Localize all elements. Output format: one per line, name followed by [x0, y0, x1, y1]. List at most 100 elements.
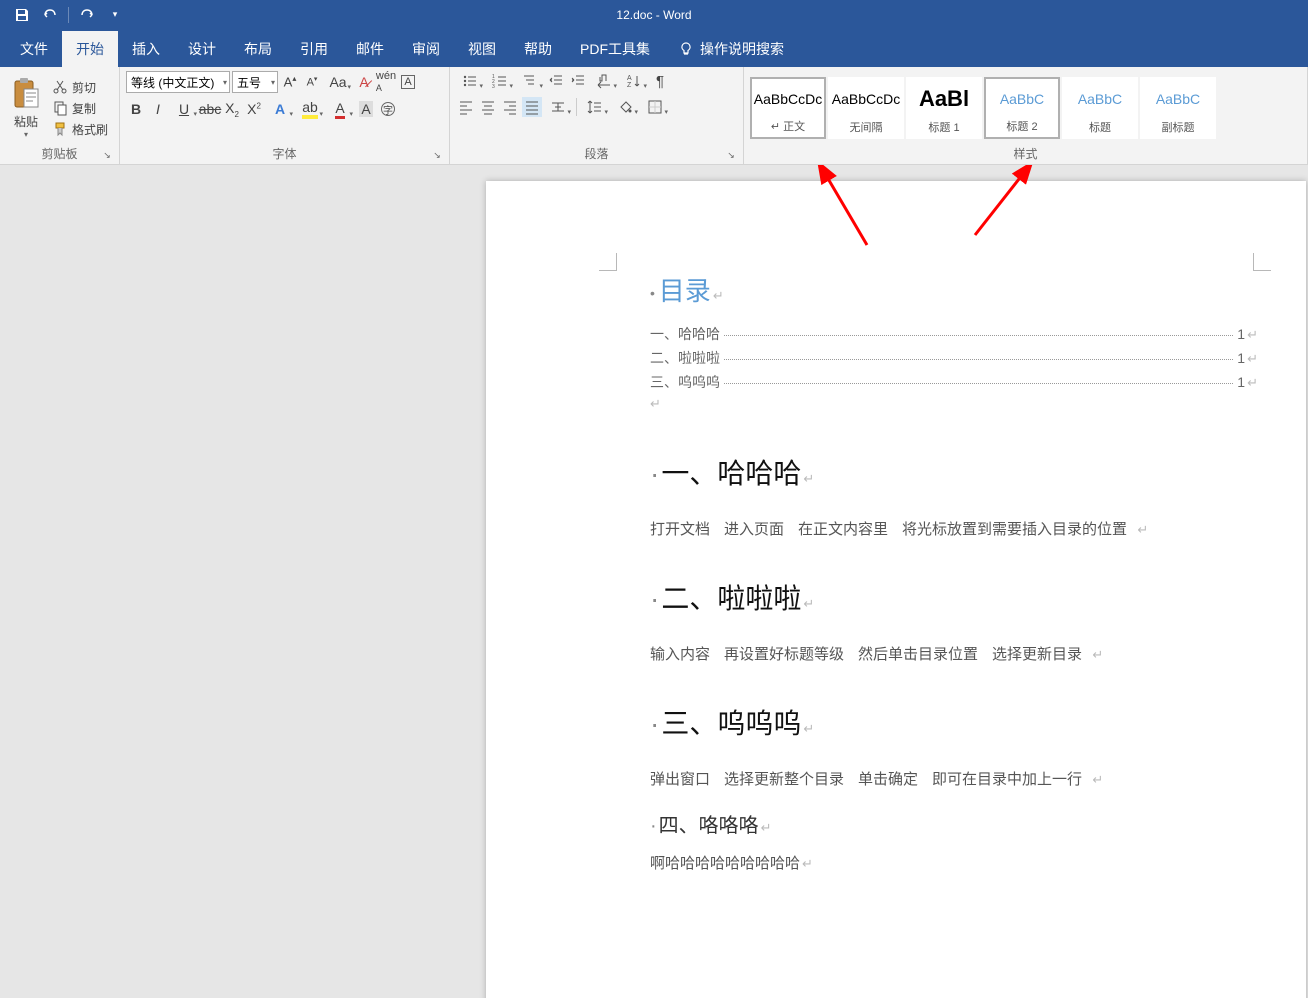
multilevel-list-button[interactable]: ▾ — [516, 71, 544, 91]
style-item-2[interactable]: AaBl标题 1 — [906, 77, 982, 139]
toc-entry[interactable]: 一、哈哈哈1↵ — [650, 324, 1258, 344]
undo-button[interactable] — [36, 3, 64, 27]
style-item-5[interactable]: AaBbC副标题 — [1140, 77, 1216, 139]
change-case-button[interactable]: Aa▾ — [324, 72, 352, 92]
qat-customize-button[interactable]: ▾ — [101, 3, 129, 27]
paste-icon — [10, 77, 42, 113]
toc-entry[interactable]: 三、呜呜呜1↵ — [650, 372, 1258, 392]
tab-home[interactable]: 开始 — [62, 31, 118, 67]
body-text[interactable]: 啊哈哈哈哈哈哈哈哈哈↵ — [650, 852, 1258, 873]
clear-format-button[interactable]: A̷ — [354, 72, 374, 92]
ltr-button[interactable]: ▾ — [590, 71, 618, 91]
shading-button[interactable]: ▾ — [611, 97, 639, 117]
borders-button[interactable]: ▾ — [641, 97, 669, 117]
heading-3[interactable]: 三、呜呜呜↵ — [650, 702, 1258, 742]
bullet-list-button[interactable]: ▾ — [456, 71, 484, 91]
decrease-indent-button[interactable] — [546, 71, 566, 91]
decrease-font-button[interactable]: A▾ — [302, 72, 322, 92]
align-center-button[interactable] — [478, 97, 498, 117]
multilevel-icon — [522, 73, 538, 89]
group-styles: AaBbCcDc↵ 正文AaBbCcDc无间隔AaBl标题 1AaBbC标题 2… — [744, 67, 1308, 164]
toc-entry[interactable]: 二、啦啦啦1↵ — [650, 348, 1258, 368]
sort-button[interactable]: AZ▾ — [620, 71, 648, 91]
tab-help[interactable]: 帮助 — [510, 31, 566, 67]
tab-review[interactable]: 审阅 — [398, 31, 454, 67]
tab-view[interactable]: 视图 — [454, 31, 510, 67]
align-left-button[interactable] — [456, 97, 476, 117]
body-text[interactable]: 输入内容再设置好标题等级然后单击目录位置选择更新目录 ↵ — [650, 643, 1258, 664]
show-marks-button[interactable]: ¶ — [650, 71, 670, 91]
tab-insert[interactable]: 插入 — [118, 31, 174, 67]
group-paragraph: ▾ 123▾ ▾ ▾ AZ▾ ¶ ▾ ▾ ▾ ▾ 段落 — [450, 67, 744, 164]
paragraph-launcher[interactable]: ↘ — [725, 150, 737, 162]
strike-button[interactable]: abc — [200, 99, 220, 119]
toc-title[interactable]: 目录↵ — [650, 271, 1258, 308]
distribute-button[interactable]: ▾ — [544, 97, 572, 117]
char-shading-button[interactable]: A — [356, 99, 376, 119]
cut-button[interactable]: 剪切 — [50, 78, 110, 97]
change-case-icon: Aa — [329, 74, 346, 90]
margin-mark-tl — [599, 253, 617, 271]
tab-layout[interactable]: 布局 — [230, 31, 286, 67]
body-text[interactable]: 弹出窗口选择更新整个目录单击确定即可在目录中加上一行 ↵ — [650, 768, 1258, 789]
font-color-button[interactable]: A▾ — [326, 99, 354, 119]
align-right-button[interactable] — [500, 97, 520, 117]
window-title: 12.doc - Word — [616, 8, 691, 22]
decrease-font-icon: A▾ — [307, 75, 318, 89]
tab-pdf[interactable]: PDF工具集 — [566, 31, 664, 67]
bold-button[interactable]: B — [126, 99, 146, 119]
enclose-char-button[interactable]: 字 — [378, 99, 398, 119]
superscript-icon: X2 — [247, 101, 261, 117]
clipboard-launcher[interactable]: ↘ — [101, 150, 113, 162]
line-spacing-button[interactable]: ▾ — [581, 97, 609, 117]
style-preview: AaBbC — [1000, 79, 1044, 118]
heading-1[interactable]: 一、哈哈哈↵ — [650, 452, 1258, 492]
subscript-button[interactable]: X2 — [222, 99, 242, 119]
superscript-button[interactable]: X2 — [244, 99, 264, 119]
redo-button[interactable] — [73, 3, 101, 27]
strike-icon: abc — [199, 101, 222, 117]
tab-mailings[interactable]: 邮件 — [342, 31, 398, 67]
heading-2[interactable]: 二、啦啦啦↵ — [650, 577, 1258, 617]
style-item-0[interactable]: AaBbCcDc↵ 正文 — [750, 77, 826, 139]
tab-design[interactable]: 设计 — [174, 31, 230, 67]
text-direction-icon — [596, 73, 612, 89]
align-left-icon — [458, 99, 474, 115]
copy-icon — [52, 100, 68, 116]
document-workspace[interactable]: 目录↵ 一、哈哈哈1↵二、啦啦啦1↵三、呜呜呜1↵ ↵ 一、哈哈哈↵打开文档进入… — [0, 165, 1308, 998]
save-button[interactable] — [8, 3, 36, 27]
tab-references[interactable]: 引用 — [286, 31, 342, 67]
tell-me-search[interactable]: 操作说明搜索 — [664, 31, 798, 67]
underline-button[interactable]: U▾ — [170, 99, 198, 119]
char-border-icon: A — [401, 75, 414, 89]
style-item-1[interactable]: AaBbCcDc无间隔 — [828, 77, 904, 139]
italic-button[interactable]: I — [148, 99, 168, 119]
font-launcher[interactable]: ↘ — [431, 150, 443, 162]
highlight-button[interactable]: ab▾ — [296, 99, 324, 119]
phonetic-button[interactable]: wénA — [376, 72, 396, 92]
format-painter-button[interactable]: 格式刷 — [50, 120, 110, 139]
group-label-paragraph: 段落 ↘ — [456, 145, 737, 162]
style-item-3[interactable]: AaBbC标题 2 — [984, 77, 1060, 139]
document-page[interactable]: 目录↵ 一、哈哈哈1↵二、啦啦啦1↵三、呜呜呜1↵ ↵ 一、哈哈哈↵打开文档进入… — [486, 181, 1306, 998]
bucket-icon — [617, 99, 633, 115]
body-text[interactable]: 打开文档进入页面在正文内容里将光标放置到需要插入目录的位置 ↵ — [650, 518, 1258, 539]
clear-format-icon: A̷ — [359, 74, 368, 90]
style-name: 标题 1 — [928, 119, 959, 138]
heading-4[interactable]: 四、咯咯咯↵ — [650, 809, 1258, 838]
increase-font-icon: A▴ — [284, 74, 297, 89]
paste-button[interactable]: 粘贴 ▾ — [6, 75, 46, 141]
font-size-combo[interactable]: 五号▾ — [232, 71, 278, 93]
copy-button[interactable]: 复制 — [50, 99, 110, 118]
font-name-combo[interactable]: 等线 (中文正文)▾ — [126, 71, 230, 93]
increase-font-button[interactable]: A▴ — [280, 72, 300, 92]
increase-indent-button[interactable] — [568, 71, 588, 91]
tab-file[interactable]: 文件 — [6, 31, 62, 67]
char-border-button[interactable]: A — [398, 72, 418, 92]
underline-icon: U — [179, 101, 189, 117]
font-color-icon: A — [335, 100, 344, 119]
number-list-button[interactable]: 123▾ — [486, 71, 514, 91]
text-effects-button[interactable]: A▾ — [266, 99, 294, 119]
style-item-4[interactable]: AaBbC标题 — [1062, 77, 1138, 139]
align-justify-button[interactable] — [522, 97, 542, 117]
